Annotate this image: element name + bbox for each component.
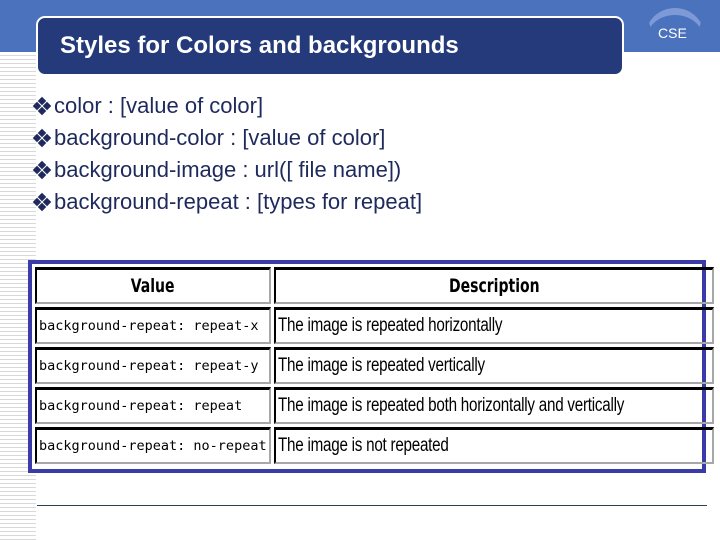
bullet-text: background-color : [value of color]: [54, 125, 386, 150]
table-row: background-repeat: repeat-y The image is…: [35, 347, 715, 384]
footer-divider: [37, 505, 707, 506]
bullet-text: background-repeat : [types for repeat]: [54, 189, 423, 214]
header-value-text: Value: [130, 275, 175, 297]
header-description: Description: [273, 267, 715, 304]
value-cell: background-repeat: no-repeat: [35, 427, 271, 464]
diamond-cluster-icon: [32, 96, 52, 116]
slide-title: Styles for Colors and backgrounds: [60, 32, 459, 59]
bullet-text: color : [value of color]: [54, 93, 264, 118]
table-row: background-repeat: repeat The image is r…: [35, 387, 715, 424]
bullet-list: color : [value of color] background-colo…: [32, 90, 423, 218]
diamond-cluster-icon: [32, 192, 52, 212]
table-row: background-repeat: repeat-x The image is…: [35, 307, 715, 344]
value-cell: background-repeat: repeat: [35, 387, 271, 424]
header-value: Value: [35, 267, 271, 304]
bullet-text: background-image : url([ file name]): [54, 157, 402, 182]
description-text: The image is repeated both horizontally …: [277, 395, 624, 416]
value-cell: background-repeat: repeat-y: [35, 347, 271, 384]
bullet-item: color : [value of color]: [32, 90, 422, 122]
table-header-row: Value Description: [35, 267, 715, 304]
description-text: The image is not repeated: [277, 435, 449, 456]
title-box: Styles for Colors and backgrounds: [36, 16, 624, 76]
diamond-cluster-icon: [32, 160, 52, 180]
header-description-text: Description: [448, 275, 540, 297]
bullet-item: background-repeat : [types for repeat]: [32, 186, 423, 218]
table-frame: Value Description background-repeat: rep…: [28, 260, 715, 473]
description-cell: The image is not repeated: [273, 427, 715, 464]
description-cell: The image is repeated horizontally: [273, 307, 715, 344]
table-row: background-repeat: no-repeat The image i…: [35, 427, 715, 464]
description-cell: The image is repeated vertically: [273, 347, 715, 384]
background-repeat-table: Value Description background-repeat: rep…: [32, 264, 717, 467]
bullet-item: background-color : [value of color]: [32, 122, 422, 154]
cse-logo: CSE: [641, 6, 709, 48]
value-cell: background-repeat: repeat-x: [35, 307, 271, 344]
bullet-item: background-image : url([ file name]): [32, 154, 422, 186]
description-cell: The image is repeated both horizontally …: [273, 387, 715, 424]
diamond-cluster-icon: [32, 128, 52, 148]
logo-text: CSE: [658, 25, 687, 41]
description-text: The image is repeated horizontally: [277, 315, 502, 336]
description-text: The image is repeated vertically: [277, 355, 485, 376]
